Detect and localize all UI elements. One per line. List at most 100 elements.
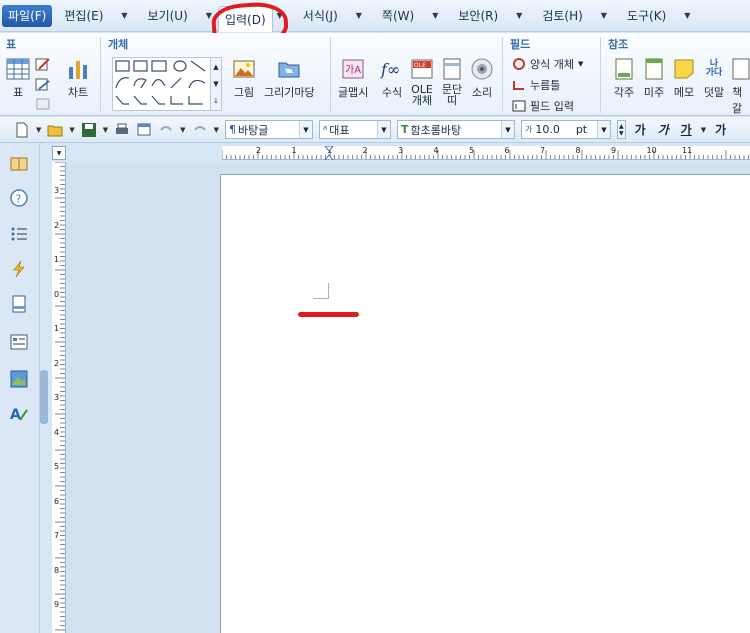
- scroll-down-icon[interactable]: ▼: [213, 80, 218, 88]
- picture-button[interactable]: 그림: [232, 57, 256, 100]
- drawing-gallery-button[interactable]: 그리기마당: [264, 57, 315, 100]
- save-icon[interactable]: [81, 122, 97, 138]
- document-page[interactable]: [220, 174, 750, 633]
- bookmark-button[interactable]: 책갈: [732, 57, 750, 116]
- scroll-up-icon[interactable]: ▲: [213, 63, 218, 71]
- menu-page-arrow-icon[interactable]: ▼: [432, 11, 438, 20]
- shape-gallery-scroll[interactable]: ▲ ▼ ↓: [210, 57, 222, 111]
- table-grid-icon[interactable]: [35, 97, 51, 111]
- menu-review-arrow-icon[interactable]: ▼: [601, 11, 607, 20]
- glyph-art-button[interactable]: 가A 글맵시: [338, 57, 368, 100]
- table-edit-icon[interactable]: [35, 57, 51, 73]
- sound-label: 소리: [471, 86, 493, 99]
- size-combo[interactable]: 가 10.0 pt ▼: [520, 120, 611, 139]
- new-dropdown-icon[interactable]: ▼: [36, 126, 41, 134]
- ole-object-button[interactable]: OLE OLE 개체: [410, 57, 434, 106]
- field-input-button[interactable]: 필드 입력: [512, 98, 574, 114]
- font-combo[interactable]: T 함초롬바탕 ▼: [396, 120, 515, 139]
- click-here-button[interactable]: 누름틀: [512, 77, 560, 93]
- book-icon[interactable]: [9, 154, 29, 174]
- more-format-button[interactable]: 가: [712, 121, 729, 138]
- menu-edit-arrow-icon[interactable]: ▼: [121, 11, 127, 20]
- svg-text:f∞: f∞: [380, 60, 400, 79]
- speaker-icon: [471, 58, 493, 80]
- underline-button[interactable]: 가: [678, 121, 695, 138]
- menu-review[interactable]: 검토(H): [536, 5, 588, 27]
- gallery-icon[interactable]: [9, 369, 29, 389]
- bold-button[interactable]: 가: [632, 121, 649, 138]
- vertical-ruler[interactable]: 321012345678910: [52, 161, 66, 633]
- style-dropdown-icon[interactable]: ▼: [298, 121, 312, 138]
- preview-icon[interactable]: [136, 122, 152, 138]
- horizontal-ruler[interactable]: 211234567891011: [221, 146, 750, 160]
- redo-icon[interactable]: [192, 122, 208, 138]
- size-up-icon[interactable]: ▲: [619, 123, 624, 130]
- memo-icon: [674, 59, 694, 79]
- memo-button[interactable]: 메모: [672, 57, 696, 100]
- new-document-icon[interactable]: [14, 122, 30, 138]
- help-icon[interactable]: ?: [9, 188, 29, 208]
- ruler-label: 9: [54, 600, 60, 609]
- paragraph-band-icon: [443, 58, 461, 80]
- open-dropdown-icon[interactable]: ▼: [69, 126, 74, 134]
- italic-button[interactable]: 가: [655, 121, 672, 138]
- horizontal-ruler-ticks: [221, 150, 749, 159]
- menu-security[interactable]: 보안(R): [452, 5, 504, 27]
- size-down-icon[interactable]: ▼: [619, 130, 624, 137]
- menu-view-arrow-icon[interactable]: ▼: [206, 11, 212, 20]
- menu-insert-arrow-icon[interactable]: ▼: [277, 11, 283, 20]
- sound-button[interactable]: 소리: [470, 57, 494, 100]
- shape-gallery[interactable]: [112, 57, 220, 111]
- table-draw-icon[interactable]: [35, 77, 51, 93]
- footnote-button[interactable]: 각주: [612, 57, 636, 100]
- paragraph-band-button[interactable]: 문단 띠: [440, 57, 464, 106]
- menu-insert[interactable]: 입력(D): [217, 5, 273, 32]
- form-object-dropdown-icon[interactable]: ▼: [578, 60, 583, 68]
- ruler-corner-icon[interactable]: ▼: [52, 146, 66, 160]
- save-dropdown-icon[interactable]: ▼: [103, 126, 108, 134]
- equation-button[interactable]: f∞ 수식: [380, 57, 404, 100]
- size-spinner[interactable]: ▲ ▼: [616, 120, 626, 139]
- menu-page[interactable]: 쪽(W): [376, 5, 420, 27]
- style-value: 바탕글: [237, 123, 269, 137]
- menu-tools[interactable]: 도구(K): [621, 5, 672, 27]
- font-dropdown-icon[interactable]: ▼: [500, 121, 514, 138]
- form-icon[interactable]: [9, 332, 29, 352]
- menu-tools-arrow-icon[interactable]: ▼: [684, 11, 690, 20]
- size-dropdown-icon[interactable]: ▼: [596, 121, 610, 138]
- lightning-icon[interactable]: [9, 259, 29, 279]
- picture-label: 그림: [233, 86, 255, 99]
- chart-button[interactable]: 차트: [66, 57, 90, 100]
- style-combo[interactable]: ¶ 바탕글 ▼: [224, 120, 313, 139]
- document-icon[interactable]: [9, 294, 29, 314]
- menu-edit[interactable]: 편집(E): [58, 5, 109, 27]
- menu-format-arrow-icon[interactable]: ▼: [356, 11, 362, 20]
- group-label-field: 필드: [510, 38, 531, 51]
- menu-view[interactable]: 보기(U): [142, 5, 194, 27]
- bookmark-icon: [732, 58, 750, 80]
- menu-file[interactable]: 파일(F): [2, 4, 53, 27]
- indent-marker-icon[interactable]: [324, 146, 334, 160]
- redo-dropdown-icon[interactable]: ▼: [214, 126, 219, 134]
- click-here-label: 누름틀: [530, 79, 561, 92]
- table-button[interactable]: 표: [6, 57, 30, 100]
- ribbon-separator: [502, 37, 503, 113]
- menu-security-arrow-icon[interactable]: ▼: [516, 11, 522, 20]
- language-dropdown-icon[interactable]: ▼: [376, 121, 390, 138]
- text-style-icon[interactable]: A: [9, 404, 29, 424]
- scroll-more-icon[interactable]: ↓: [213, 97, 219, 105]
- sidebar-collapse-handle[interactable]: [40, 370, 48, 424]
- form-object-button[interactable]: 양식 개체 ▼: [512, 56, 583, 72]
- open-folder-icon[interactable]: [47, 122, 63, 138]
- group-label-object: 개체: [108, 38, 129, 51]
- print-icon[interactable]: [114, 122, 130, 138]
- ruby-text-button[interactable]: 나 가다 덧말: [702, 57, 726, 100]
- language-combo[interactable]: ᵃ 대표 ▼: [318, 120, 391, 139]
- list-icon[interactable]: [9, 224, 29, 244]
- svg-text:?: ?: [16, 193, 22, 206]
- endnote-button[interactable]: 미주: [642, 57, 666, 100]
- underline-dropdown-icon[interactable]: ▼: [701, 126, 706, 134]
- menu-format[interactable]: 서식(J): [297, 5, 344, 27]
- undo-icon[interactable]: [158, 122, 174, 138]
- undo-dropdown-icon[interactable]: ▼: [180, 126, 185, 134]
